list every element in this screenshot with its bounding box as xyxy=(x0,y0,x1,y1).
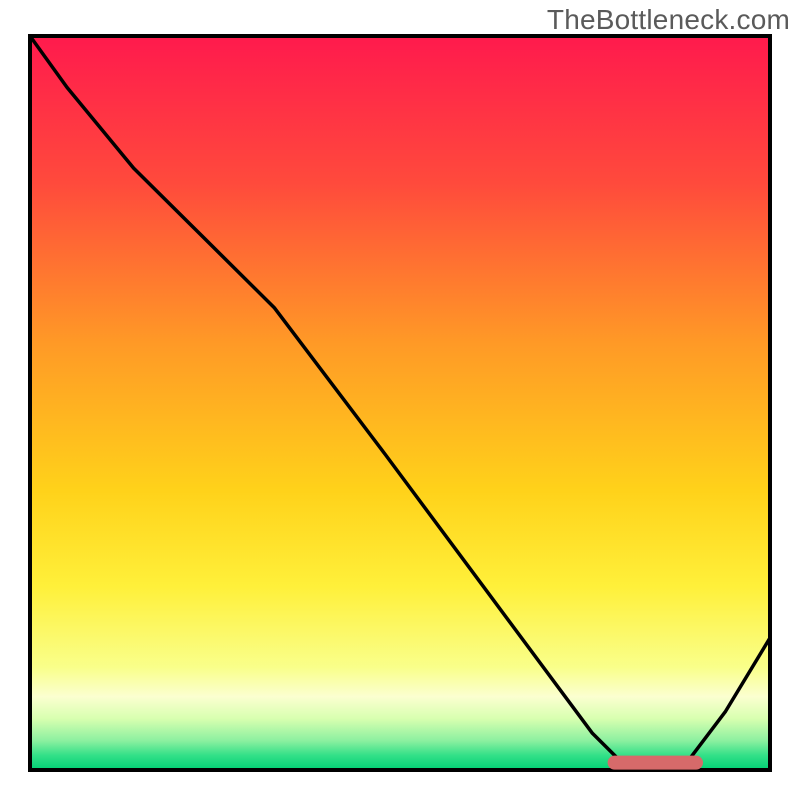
chart-frame: TheBottleneck.com xyxy=(0,0,800,800)
chart-svg xyxy=(0,0,800,800)
plot-background xyxy=(30,36,770,770)
